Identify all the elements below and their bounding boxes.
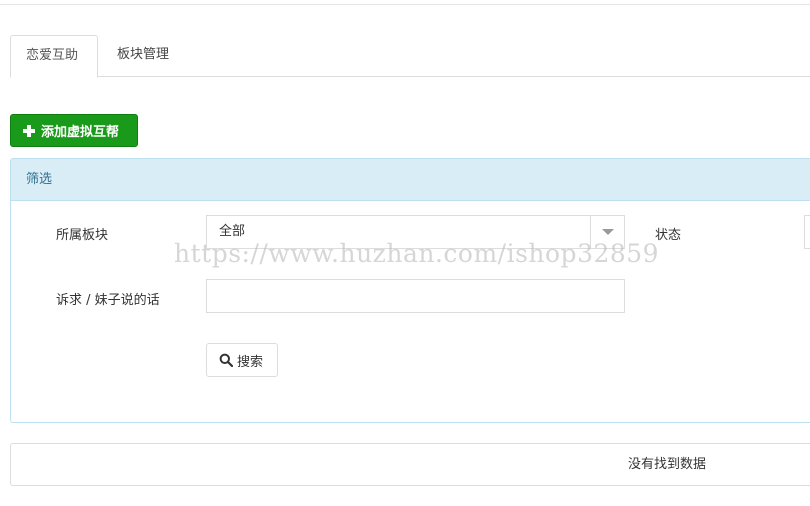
board-label: 所属板块 <box>56 228 109 243</box>
status-label: 状态 <box>655 228 682 243</box>
search-button-label: 搜索 <box>237 354 264 370</box>
tab-bar: 恋爱互助 板块管理 <box>10 35 810 78</box>
results-table: 没有找到数据 <box>10 443 810 486</box>
add-virtual-help-button[interactable]: 添加虚拟互帮 <box>10 114 138 147</box>
tab-board-management[interactable]: 板块管理 <box>102 35 184 77</box>
board-select-toggle[interactable] <box>590 216 624 248</box>
empty-message: 没有找到数据 <box>628 457 707 472</box>
appeal-input[interactable] <box>206 279 625 313</box>
board-select-value: 全部 <box>219 224 246 239</box>
add-button-label: 添加虚拟互帮 <box>41 125 120 140</box>
search-button[interactable]: 搜索 <box>206 343 278 377</box>
board-select[interactable]: 全部 <box>206 215 625 249</box>
status-select[interactable] <box>804 215 810 249</box>
appeal-label: 诉求 / 妹子说的话 <box>56 293 160 308</box>
plus-icon <box>23 124 35 137</box>
top-divider <box>0 0 810 5</box>
chevron-down-icon <box>602 229 614 235</box>
tab-love-mutual-help[interactable]: 恋爱互助 <box>10 35 98 78</box>
filter-panel-title: 筛选 <box>11 159 810 201</box>
search-icon <box>219 353 233 367</box>
